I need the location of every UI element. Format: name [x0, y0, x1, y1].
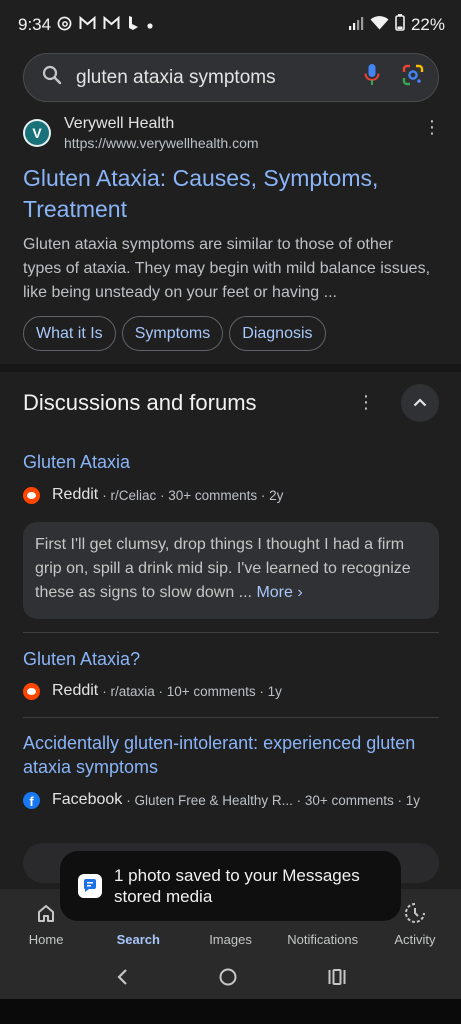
home-icon [36, 900, 56, 926]
result-title-link[interactable]: Gluten Ataxia: Causes, Symptoms, Treatme… [23, 163, 433, 225]
dot-icon [146, 17, 154, 34]
search-input[interactable]: gluten ataxia symptoms [76, 67, 364, 89]
thread-meta: · r/ataxia · 10+ comments · 1y [102, 683, 282, 699]
thread-source: Reddit [52, 682, 99, 699]
gmail-icon [103, 15, 120, 34]
chip-symptoms[interactable]: Symptoms [121, 316, 224, 351]
verywell-favicon-icon: V [23, 119, 51, 147]
thread-source-row: Reddit · r/ataxia · 10+ comments · 1y [23, 682, 282, 700]
search-icon [42, 65, 62, 90]
toast-message: 1 photo saved to your Messages stored me… [114, 866, 360, 906]
thread-source-row: f Facebook · Gluten Free & Healthy R... … [23, 791, 420, 809]
search-result: V Verywell Health https://www.verywellhe… [0, 106, 461, 364]
nav-label: Search [116, 932, 160, 947]
search-bar[interactable]: gluten ataxia symptoms [23, 53, 439, 102]
thread-quote[interactable]: First I'll get clumsy, drop things I tho… [23, 522, 439, 619]
system-navigation [0, 959, 461, 999]
facebook-icon: f [23, 791, 40, 809]
battery-icon [395, 14, 405, 36]
messages-icon [78, 874, 102, 898]
bing-icon [127, 15, 139, 35]
thread-title-link[interactable]: Gluten Ataxia? [23, 647, 433, 671]
more-options-icon[interactable]: ⋮ [422, 118, 442, 136]
discussions-more-icon[interactable]: ⋮ [356, 393, 376, 411]
reddit-icon [23, 682, 40, 700]
result-snippet: Gluten ataxia symptoms are similar to th… [23, 236, 431, 301]
screen-bottom-edge [0, 999, 461, 1024]
thread-quote-text: First I'll get clumsy, drop things I tho… [35, 536, 411, 601]
divider [23, 632, 439, 633]
nav-label: Images [209, 932, 252, 947]
result-site-row[interactable]: V Verywell Health https://www.verywellhe… [23, 114, 259, 152]
collapse-button[interactable] [401, 384, 439, 422]
thread-meta: · Gluten Free & Healthy R... · 30+ comme… [126, 792, 420, 808]
gmail-icon [79, 15, 96, 34]
reddit-icon [23, 486, 40, 504]
toast-notification: 1 photo saved to your Messages stored me… [60, 851, 401, 921]
google-lens-icon[interactable] [402, 64, 424, 91]
threads-icon [57, 16, 72, 35]
thread-source-row: Reddit · r/Celiac · 30+ comments · 2y [23, 486, 283, 504]
thread-meta: · r/Celiac · 30+ comments · 2y [102, 487, 284, 503]
home-circle-icon[interactable] [218, 967, 238, 992]
thread-source: Reddit [52, 486, 99, 503]
more-link[interactable]: More › [256, 584, 302, 601]
microphone-icon[interactable] [364, 63, 380, 92]
result-chips: What it Is Symptoms Diagnosis [23, 316, 326, 351]
thread-source: Facebook [52, 791, 123, 808]
wifi-icon [370, 15, 389, 35]
discussions-section: Discussions and forums ⋮ Gluten Ataxia R… [0, 372, 461, 892]
nav-label: Notifications [287, 932, 359, 947]
divider [23, 717, 439, 718]
nav-label: Home [28, 932, 64, 947]
site-name: Verywell Health [64, 115, 175, 132]
thread-title-link[interactable]: Accidentally gluten-intolerant: experien… [23, 731, 433, 779]
signal-icon [348, 15, 364, 35]
chevron-up-icon [413, 394, 427, 412]
notification-icons [57, 15, 154, 35]
clock: 9:34 [18, 15, 52, 34]
chip-diagnosis[interactable]: Diagnosis [229, 316, 326, 351]
recents-icon[interactable] [327, 968, 347, 991]
chip-what-it-is[interactable]: What it Is [23, 316, 116, 351]
back-icon[interactable] [115, 968, 129, 991]
activity-icon [404, 900, 426, 926]
battery-percent: 22% [410, 15, 445, 34]
section-divider [0, 364, 461, 372]
discussions-heading: Discussions and forums [23, 390, 257, 415]
site-url: https://www.verywellhealth.com [64, 135, 259, 151]
status-bar: 9:34 22% [0, 0, 461, 50]
nav-label: Activity [394, 932, 436, 947]
thread-title-link[interactable]: Gluten Ataxia [23, 450, 433, 474]
